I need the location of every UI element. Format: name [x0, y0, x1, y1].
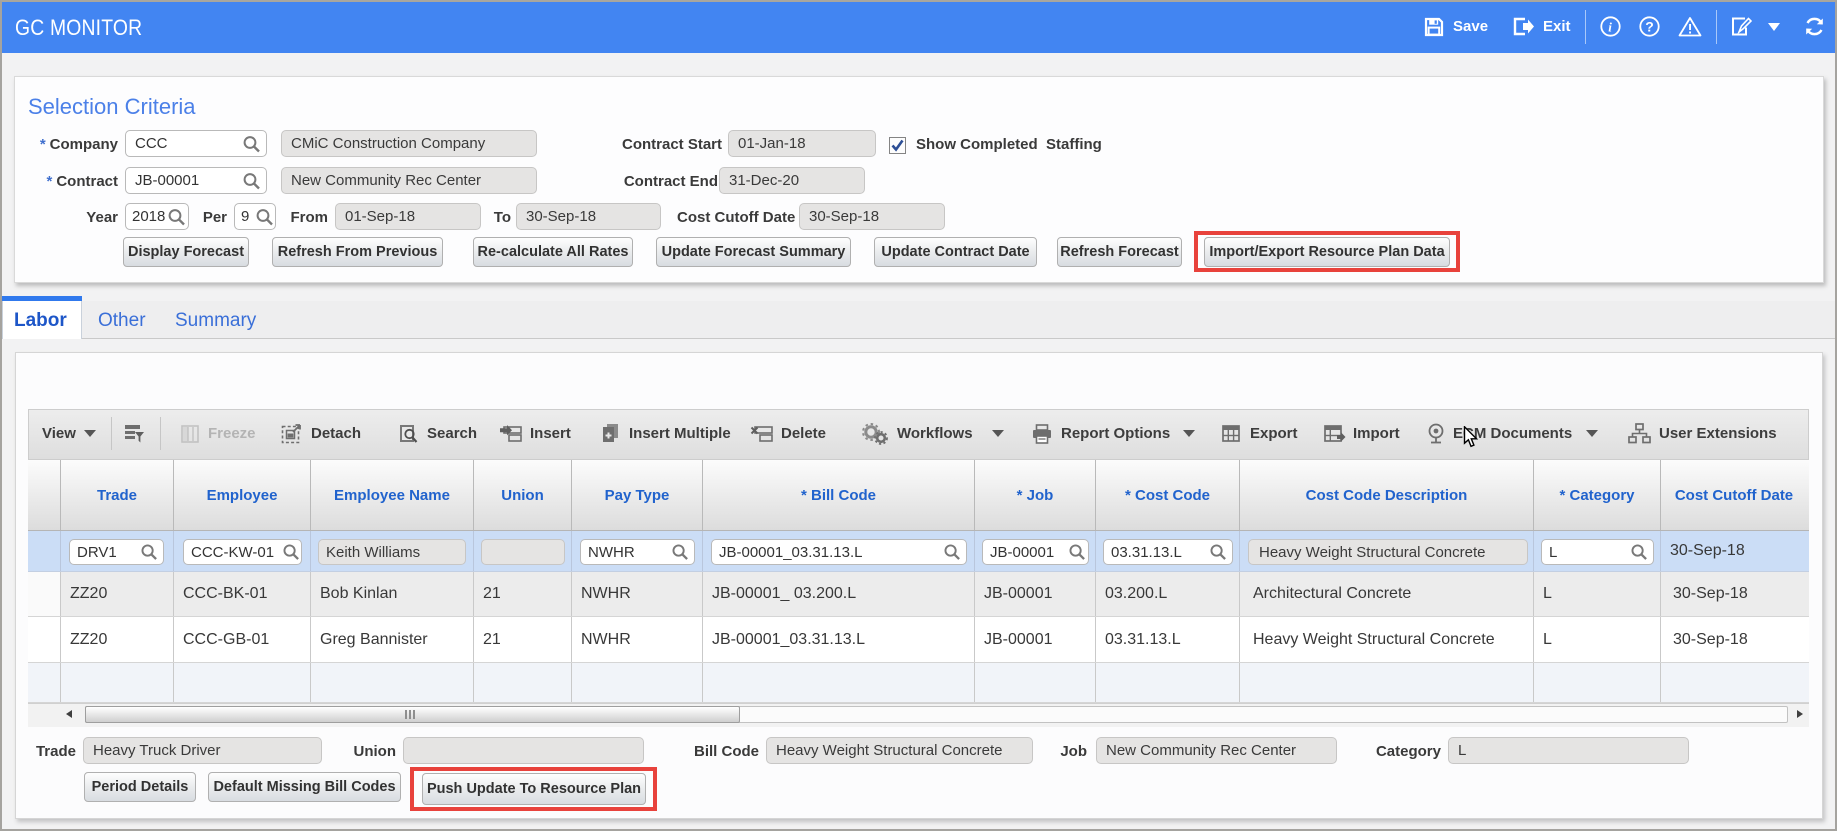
- svg-text:?: ?: [1645, 19, 1654, 35]
- svg-text:i: i: [1608, 20, 1612, 35]
